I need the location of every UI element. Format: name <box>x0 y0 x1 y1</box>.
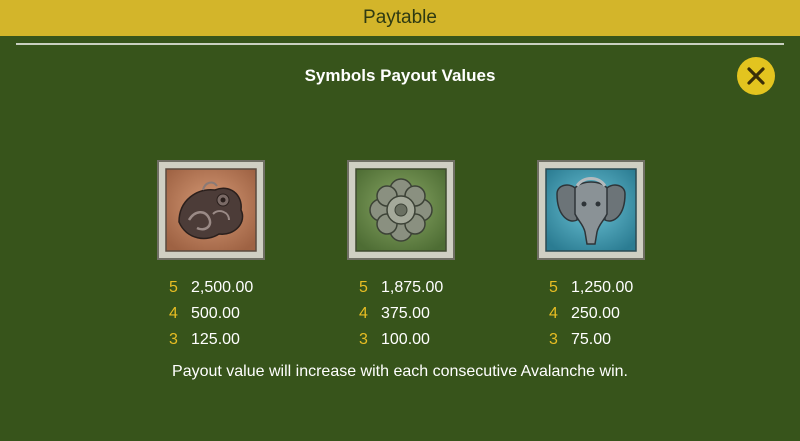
payout-value: 2,500.00 <box>191 279 254 296</box>
match-count: 3 <box>359 331 368 348</box>
match-count: 3 <box>549 331 558 348</box>
payout-row: 5 2,500.00 <box>169 275 357 301</box>
payout-row: 5 1,250.00 <box>549 275 737 301</box>
close-button[interactable] <box>737 57 775 95</box>
elephant-symbol-icon <box>537 160 645 260</box>
match-count: 5 <box>359 279 368 296</box>
payout-row: 5 1,875.00 <box>359 275 547 301</box>
footnote: Payout value will increase with each con… <box>172 363 628 380</box>
payout-value: 100.00 <box>381 331 430 348</box>
payout-list: 5 1,875.00 4 375.00 3 100.00 <box>347 275 547 353</box>
close-icon <box>747 67 765 85</box>
lotus-flower-symbol-icon <box>347 160 455 260</box>
payout-value: 75.00 <box>571 331 612 348</box>
section-title: Symbols Payout Values <box>304 66 496 85</box>
dragon-fish-symbol-icon <box>157 160 265 260</box>
payout-row: 3 125.00 <box>169 327 357 353</box>
match-count: 3 <box>169 331 178 348</box>
page-title: Paytable <box>363 7 437 28</box>
match-count: 4 <box>169 305 178 322</box>
match-count: 5 <box>549 279 558 296</box>
symbol-column: 5 1,875.00 4 375.00 3 100.00 <box>347 160 547 353</box>
payout-value: 1,250.00 <box>571 279 634 296</box>
payout-list: 5 1,250.00 4 250.00 3 75.00 <box>537 275 737 353</box>
match-count: 4 <box>549 305 558 322</box>
payout-row: 4 375.00 <box>359 301 547 327</box>
payout-row: 4 250.00 <box>549 301 737 327</box>
payout-value: 1,875.00 <box>381 279 444 296</box>
payout-row: 3 75.00 <box>549 327 737 353</box>
payout-row: 4 500.00 <box>169 301 357 327</box>
payout-row: 3 100.00 <box>359 327 547 353</box>
payout-value: 250.00 <box>571 305 620 322</box>
divider <box>16 43 784 45</box>
symbol-column: 5 2,500.00 4 500.00 3 125.00 <box>157 160 357 353</box>
title-bar: Paytable <box>0 0 800 36</box>
match-count: 5 <box>169 279 178 296</box>
payout-list: 5 2,500.00 4 500.00 3 125.00 <box>157 275 357 353</box>
payout-value: 375.00 <box>381 305 430 322</box>
match-count: 4 <box>359 305 368 322</box>
payout-value: 125.00 <box>191 331 240 348</box>
symbol-column: 5 1,250.00 4 250.00 3 75.00 <box>537 160 737 353</box>
payout-value: 500.00 <box>191 305 240 322</box>
